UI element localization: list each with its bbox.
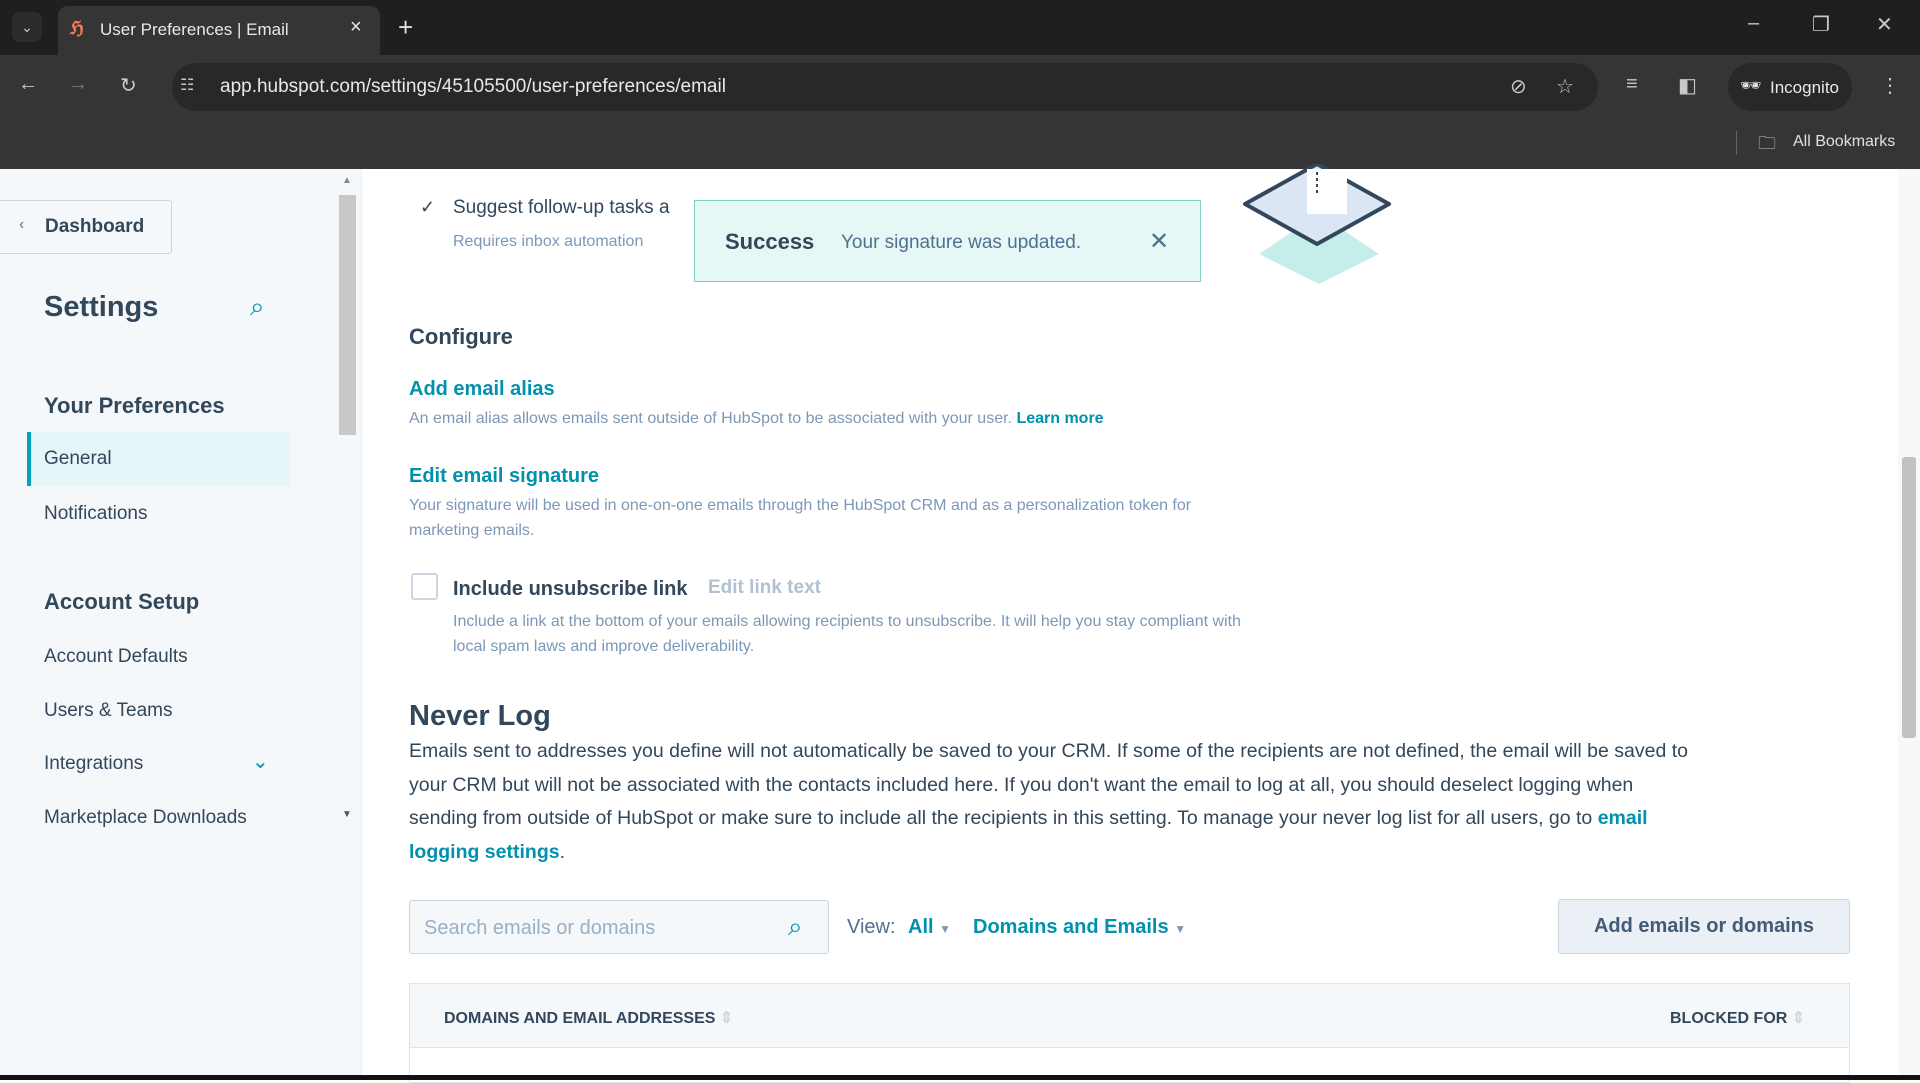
caret-down-icon: ▼	[939, 922, 952, 936]
site-info-icon[interactable]: ☷	[180, 75, 194, 95]
sort-icon: ⇕	[1791, 1010, 1806, 1027]
close-tab-icon[interactable]: ×	[350, 16, 362, 39]
sidebar-item-integrations[interactable]: Integrations	[44, 753, 143, 775]
url-text[interactable]: app.hubspot.com/settings/45105500/user-p…	[220, 76, 726, 98]
hubspot-icon: ℌ	[70, 18, 84, 38]
new-tab-icon[interactable]: +	[398, 12, 413, 43]
sidebar-item-account-defaults[interactable]: Account Defaults	[44, 646, 188, 668]
search-icon[interactable]: ⌕	[250, 291, 265, 323]
check-icon: ✓	[420, 197, 436, 217]
column-label: BLOCKED FOR	[1670, 1010, 1788, 1027]
incognito-icon: 🕶	[1740, 76, 1762, 95]
toast-title: Success	[725, 229, 815, 254]
page-scrollbar[interactable]	[1898, 169, 1920, 1075]
dashboard-label: Dashboard	[45, 216, 145, 237]
forward-icon[interactable]: →	[68, 73, 88, 96]
chevron-down-icon[interactable]: ⌄	[252, 749, 269, 774]
learn-more-link[interactable]: Learn more	[1016, 410, 1103, 427]
unsubscribe-label[interactable]: Include unsubscribe link	[453, 578, 688, 601]
scroll-up-icon[interactable]: ▲	[342, 175, 352, 186]
minimize-icon[interactable]: –	[1748, 12, 1759, 35]
section-account-setup: Account Setup	[44, 589, 200, 614]
sidebar-item-label: General	[44, 448, 112, 469]
unsubscribe-description: Include a link at the bottom of your ema…	[453, 613, 1241, 655]
view-all-dropdown[interactable]: All ▼	[908, 916, 951, 939]
envelope-illustration	[1243, 164, 1391, 284]
never-log-description: Emails sent to addresses you define will…	[409, 740, 1688, 863]
bottom-edge	[0, 1075, 1920, 1080]
alias-desc-text: An email alias allows emails sent outsid…	[409, 410, 1012, 427]
sidebar-item-general[interactable]: General	[27, 432, 290, 486]
caret-down-icon: ▼	[1174, 922, 1187, 936]
sidebar-item-marketplace-downloads[interactable]: Marketplace Downloads	[44, 807, 247, 829]
back-icon[interactable]: ←	[18, 73, 38, 96]
sidebar-item-users-teams[interactable]: Users & Teams	[44, 700, 172, 722]
bookmarks-bar: 🗀 All Bookmarks	[0, 119, 1920, 169]
sort-icon: ⇕	[719, 1010, 734, 1027]
browser-tab[interactable]: ℌ User Preferences | Email ×	[58, 6, 380, 55]
never-log-heading: Never Log	[409, 700, 551, 732]
success-toast: Success Your signature was updated. ✕	[694, 200, 1201, 282]
section-your-preferences: Your Preferences	[44, 393, 225, 418]
address-bar[interactable]: ☷ app.hubspot.com/settings/45105500/user…	[172, 63, 1598, 111]
close-toast-icon[interactable]: ✕	[1149, 227, 1169, 256]
never-log-table: DOMAINS AND EMAIL ADDRESSES ⇕ BLOCKED FO…	[409, 983, 1850, 1083]
close-window-icon[interactable]: ✕	[1876, 12, 1893, 37]
signature-description: Your signature will be used in one-on-on…	[409, 497, 1192, 539]
menu-icon[interactable]: ⋮	[1880, 73, 1900, 98]
requires-note: Requires inbox automation	[453, 233, 644, 250]
view-all-label: All	[908, 916, 934, 938]
reload-icon[interactable]: ↻	[120, 73, 137, 98]
column-blocked-for[interactable]: BLOCKED FOR ⇕	[1670, 1008, 1805, 1028]
chevron-left-icon: ‹	[19, 216, 25, 233]
scroll-down-icon[interactable]: ▼	[342, 809, 352, 820]
sidebar-item-notifications[interactable]: Notifications	[44, 503, 148, 525]
settings-title: Settings	[44, 291, 159, 323]
tab-title: User Preferences | Email	[100, 20, 289, 39]
scrollbar-thumb[interactable]	[1902, 457, 1916, 738]
column-domains[interactable]: DOMAINS AND EMAIL ADDRESSES ⇕	[444, 1008, 733, 1028]
divider	[1736, 131, 1737, 155]
eye-off-icon[interactable]: ⊘	[1510, 74, 1527, 99]
incognito-label: Incognito	[1770, 78, 1839, 97]
search-placeholder: Search emails or domains	[424, 917, 656, 939]
edit-link-text-button[interactable]: Edit link text	[708, 577, 821, 599]
tab-bar: ⌄ ℌ User Preferences | Email × + – ❐ ✕	[0, 0, 1920, 55]
configure-heading: Configure	[409, 324, 513, 349]
view-label: View:	[847, 916, 896, 938]
side-panel-icon[interactable]: ◧	[1678, 73, 1697, 98]
restore-icon[interactable]: ❐	[1812, 12, 1830, 37]
settings-sidebar: ‹ Dashboard Settings ⌕ Your Preferences …	[0, 169, 362, 1075]
alias-description: An email alias allows emails sent outsid…	[409, 406, 1309, 431]
media-icon[interactable]: ≡	[1626, 73, 1638, 96]
add-email-alias-link[interactable]: Add email alias	[409, 378, 555, 401]
incognito-badge[interactable]: 🕶 Incognito	[1728, 63, 1852, 111]
dashboard-button[interactable]: ‹ Dashboard	[0, 200, 172, 254]
tab-search-icon[interactable]: ⌄	[12, 12, 42, 42]
view-type-dropdown[interactable]: Domains and Emails ▼	[973, 916, 1186, 939]
main-content: ✓ Suggest follow-up tasks a Requires inb…	[362, 164, 1898, 1083]
suggest-followup-label: Suggest follow-up tasks a	[453, 197, 670, 218]
all-bookmarks[interactable]: All Bookmarks	[1793, 133, 1895, 151]
sidebar-scrollbar[interactable]	[339, 195, 356, 435]
table-header: DOMAINS AND EMAIL ADDRESSES ⇕ BLOCKED FO…	[410, 984, 1849, 1048]
search-emails-input[interactable]: Search emails or domains ⌕	[409, 900, 829, 954]
folder-icon: 🗀	[1758, 133, 1776, 153]
browser-toolbar: ← → ↻ ☷ app.hubspot.com/settings/4510550…	[0, 55, 1920, 119]
view-type-label: Domains and Emails	[973, 916, 1169, 938]
add-emails-or-domains-button[interactable]: Add emails or domains	[1558, 899, 1850, 954]
edit-email-signature-link[interactable]: Edit email signature	[409, 465, 599, 488]
unsubscribe-checkbox[interactable]	[411, 573, 438, 600]
search-icon[interactable]: ⌕	[788, 911, 803, 943]
bookmark-star-icon[interactable]: ☆	[1556, 74, 1574, 99]
toast-message: Your signature was updated.	[841, 232, 1082, 253]
never-log-text: Emails sent to addresses you define will…	[409, 740, 1688, 829]
column-label: DOMAINS AND EMAIL ADDRESSES	[444, 1010, 716, 1027]
